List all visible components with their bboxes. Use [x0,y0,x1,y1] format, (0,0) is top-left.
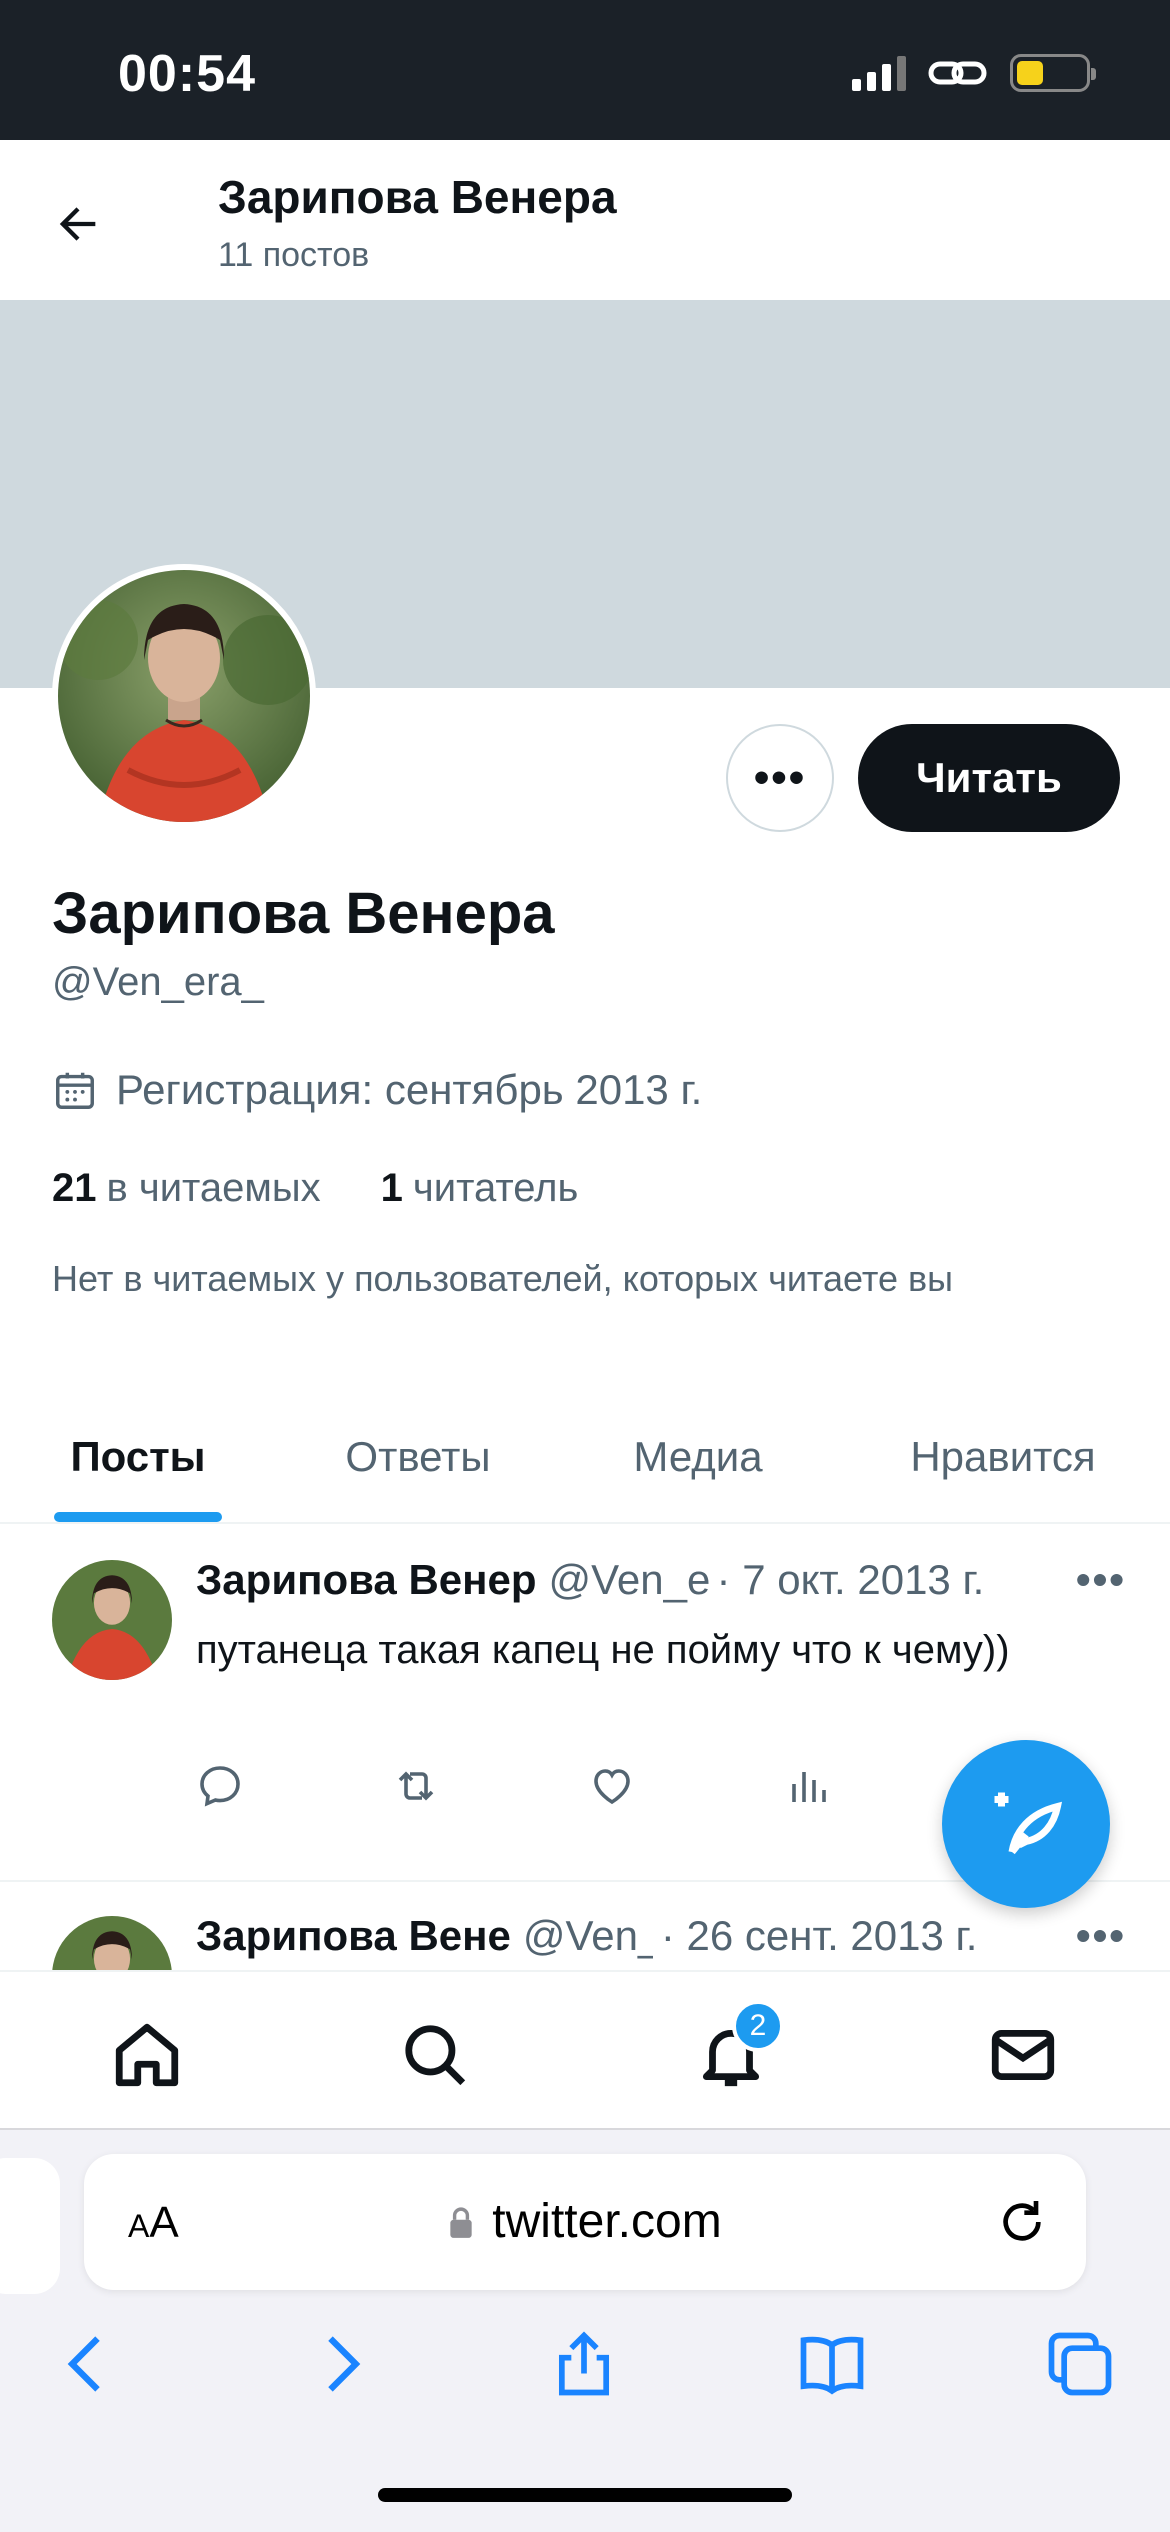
followers-label: читатель [412,1166,579,1210]
tab-likes[interactable]: Нравится [836,1390,1170,1524]
following-count: 21 [52,1166,97,1210]
tweet-date[interactable]: · 26 сент. 2013 г. [661,1912,977,1960]
mail-icon[interactable] [986,2018,1060,2092]
personal-hotspot-icon [928,61,987,85]
like-icon[interactable] [588,1762,636,1810]
calendar-icon [56,1072,94,1109]
tab-replies[interactable]: Ответы [276,1390,560,1524]
tweet-header: Зарипова Венер @Ven_er · 7 окт. 2013 г. … [196,1556,1126,1604]
tweet-avatar-image [52,1916,172,1972]
status-time: 00:54 [118,45,256,103]
notifications-badge: 2 [732,2000,784,2052]
join-date: Регистрация: сентябрь 2013 г. [52,1066,702,1114]
previous-tab-preview[interactable] [0,2158,60,2294]
profile-tabs: Посты Ответы Медиа Нравится [0,1390,1170,1524]
following-label: в читаемых [106,1166,321,1210]
back-arrow-icon[interactable] [52,198,104,250]
browser-chrome: AA twitter.com [0,2128,1170,2532]
tweet-author-handle: @Ven_er [548,1556,709,1603]
tweet-avatar-image [52,1560,172,1680]
profile-header: Зарипова Венера 11 постов [0,140,1170,300]
url-display[interactable]: twitter.com [84,2194,1086,2249]
tweet-author-name[interactable]: Зарипова Вене [196,1912,511,1960]
profile-handle: @Ven_era_ [52,960,264,1004]
url-text: twitter.com [492,2195,722,2248]
following-link[interactable]: 21 в читаемых [52,1166,321,1211]
browser-toolbar [0,2326,1170,2416]
tweet-more-button[interactable]: ••• [1076,1912,1126,1960]
followers-count: 1 [380,1166,403,1210]
address-bar[interactable]: AA twitter.com [84,2154,1086,2290]
tab-media[interactable]: Медиа [560,1390,836,1524]
compose-button[interactable] [942,1740,1110,1908]
search-icon[interactable] [398,2018,472,2092]
bottom-navigation: 2 [0,1970,1170,2128]
retweet-icon[interactable] [392,1762,440,1810]
tweet-avatar[interactable] [52,1916,172,1972]
tab-posts[interactable]: Посты [0,1390,276,1524]
battery-icon [1010,54,1096,92]
tweet-header: Зарипова Вене @Ven_ · 26 сент. 2013 г. •… [196,1912,1126,1960]
status-bar: 00:54 [0,0,1170,140]
tweet-more-button[interactable]: ••• [1076,1556,1126,1604]
tweet-author-name[interactable]: Зарипова Венер [196,1556,537,1604]
avatar-image [58,570,310,822]
home-indicator [378,2488,792,2502]
header-title: Зарипова Венера [218,171,617,223]
home-icon[interactable] [110,2018,184,2092]
follow-button[interactable]: Читать [858,724,1120,832]
mutual-followers-text: Нет в читаемых у пользователей, которых … [52,1258,953,1299]
profile-name: Зарипова Венера [52,881,555,946]
reply-icon[interactable] [196,1762,244,1810]
safari-back-icon[interactable] [50,2326,126,2402]
lock-icon [450,2207,472,2238]
tweet-text: путанеца такая капец не пойму что к чему… [196,1628,1010,1672]
more-options-button[interactable]: ••• [726,724,834,832]
tweet-actions [196,1762,832,1810]
tabs-icon[interactable] [1042,2326,1118,2402]
status-icons [852,54,1096,92]
tweet-date[interactable]: · 7 окт. 2013 г. [717,1556,985,1604]
compose-icon [994,1792,1063,1855]
share-icon[interactable] [546,2326,622,2402]
tweet-avatar[interactable] [52,1560,172,1680]
cellular-signal-icon [852,55,906,91]
header-post-count: 11 постов [218,236,370,274]
avatar[interactable] [52,564,316,828]
reload-icon[interactable] [994,2194,1050,2250]
tweet-author-handle: @Ven_ [522,1912,653,1959]
safari-forward-icon[interactable] [302,2326,378,2402]
followers-link[interactable]: 1 читатель [381,1166,579,1211]
join-date-text: Регистрация: сентябрь 2013 г. [116,1066,703,1113]
bookmarks-icon[interactable] [794,2326,870,2402]
follow-stats: 21 в читаемых 1 читатель [52,1166,578,1211]
views-icon[interactable] [784,1762,832,1810]
